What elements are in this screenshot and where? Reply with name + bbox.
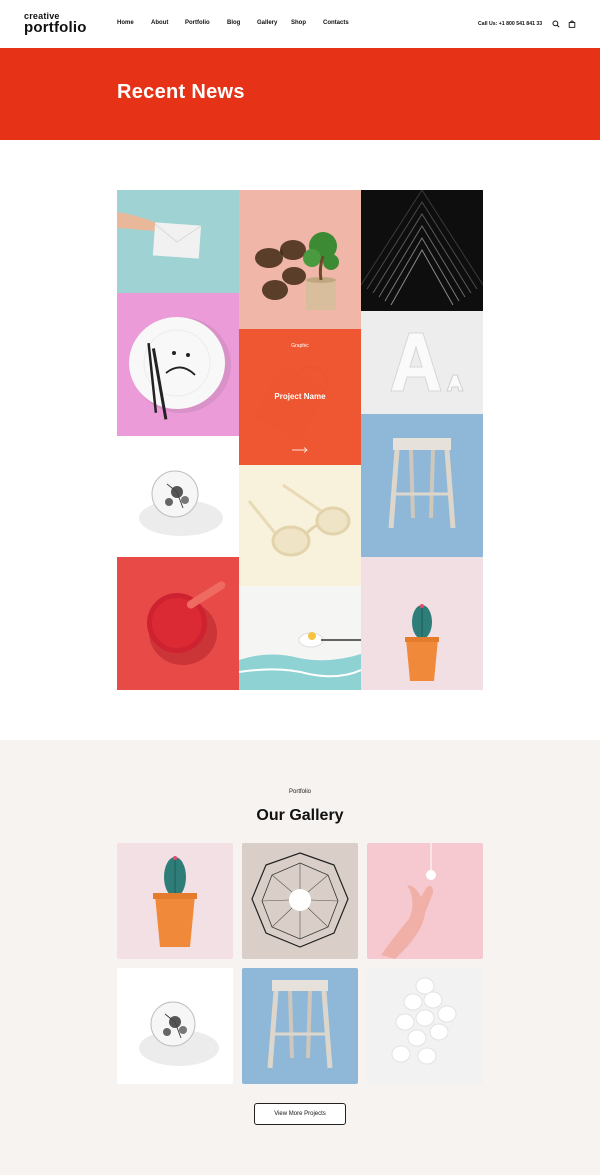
portfolio-item-egg-spoon[interactable] <box>239 586 361 690</box>
hand-image <box>367 843 483 959</box>
portfolio-item-white-sunglasses[interactable] <box>239 465 361 586</box>
featured-project-overlay[interactable]: Graphic Project Name <box>239 329 361 465</box>
stool-image <box>242 968 358 1084</box>
project-name[interactable]: Project Name <box>239 392 361 401</box>
sad-plate-image <box>117 293 239 436</box>
portfolio-item-letter-a[interactable] <box>361 311 483 414</box>
dark-geometry-image <box>361 190 483 311</box>
page-banner: Recent News <box>0 48 600 140</box>
project-category[interactable]: Graphic <box>239 343 361 349</box>
stool-image <box>361 414 483 557</box>
sunglasses-bonsai-image <box>239 190 361 329</box>
main-nav: Home About Portfolio Blog Gallery Shop C… <box>117 20 349 26</box>
wire-sculpture-image <box>242 843 358 959</box>
letter-a-image <box>361 311 483 414</box>
page-title: Recent News <box>117 81 245 103</box>
envelope-image <box>117 190 239 293</box>
egg-spoon-image <box>239 586 361 690</box>
gallery-item-cactus[interactable] <box>117 843 233 959</box>
gallery-item-eggs[interactable] <box>367 968 483 1084</box>
gallery-eyebrow: Portfolio <box>288 789 311 795</box>
portfolio-item-cactus[interactable] <box>361 557 483 690</box>
nav-about[interactable]: About <box>151 20 185 26</box>
flower-glass-image <box>117 436 239 557</box>
arrow-right-icon[interactable] <box>292 447 308 453</box>
portfolio-item-plate[interactable] <box>117 293 239 436</box>
site-header: creative portfolio Home About Portfolio … <box>0 0 600 48</box>
eggs-image <box>367 968 483 1084</box>
nav-home[interactable]: Home <box>117 20 151 26</box>
shopping-bag-icon[interactable] <box>568 20 576 28</box>
cactus-image <box>117 843 233 959</box>
gallery-item-wire-sculpture[interactable] <box>242 843 358 959</box>
portfolio-item-stool[interactable] <box>361 414 483 557</box>
nav-shop[interactable]: Shop <box>291 20 323 26</box>
nav-contacts[interactable]: Contacts <box>323 20 349 26</box>
cactus-image <box>361 557 483 690</box>
search-icon[interactable] <box>552 20 560 28</box>
white-sunglasses-image <box>239 465 361 586</box>
portfolio-item-red-cup[interactable] <box>117 557 239 690</box>
gallery-title: Our Gallery <box>256 807 344 824</box>
call-us-text[interactable]: Call Us: +1 800 541 841 33 <box>478 21 542 27</box>
portfolio-item-flower-glass[interactable] <box>117 436 239 557</box>
site-logo[interactable]: creative portfolio <box>24 12 87 36</box>
flower-glass-image <box>117 968 233 1084</box>
gallery-section: Portfolio Our Gallery View More Projects <box>0 740 600 1175</box>
nav-gallery[interactable]: Gallery <box>257 20 291 26</box>
nav-portfolio[interactable]: Portfolio <box>185 20 227 26</box>
portfolio-item-envelope[interactable] <box>117 190 239 293</box>
nav-blog[interactable]: Blog <box>227 20 257 26</box>
logo-bottom-text: portfolio <box>24 19 87 36</box>
gallery-item-stool[interactable] <box>242 968 358 1084</box>
red-cup-image <box>117 557 239 690</box>
gallery-item-hand[interactable] <box>367 843 483 959</box>
gallery-item-flower-glass[interactable] <box>117 968 233 1084</box>
portfolio-item-sunglasses-bonsai[interactable] <box>239 190 361 329</box>
portfolio-item-dark-geometry[interactable] <box>361 190 483 311</box>
view-more-projects-button[interactable]: View More Projects <box>254 1103 346 1125</box>
